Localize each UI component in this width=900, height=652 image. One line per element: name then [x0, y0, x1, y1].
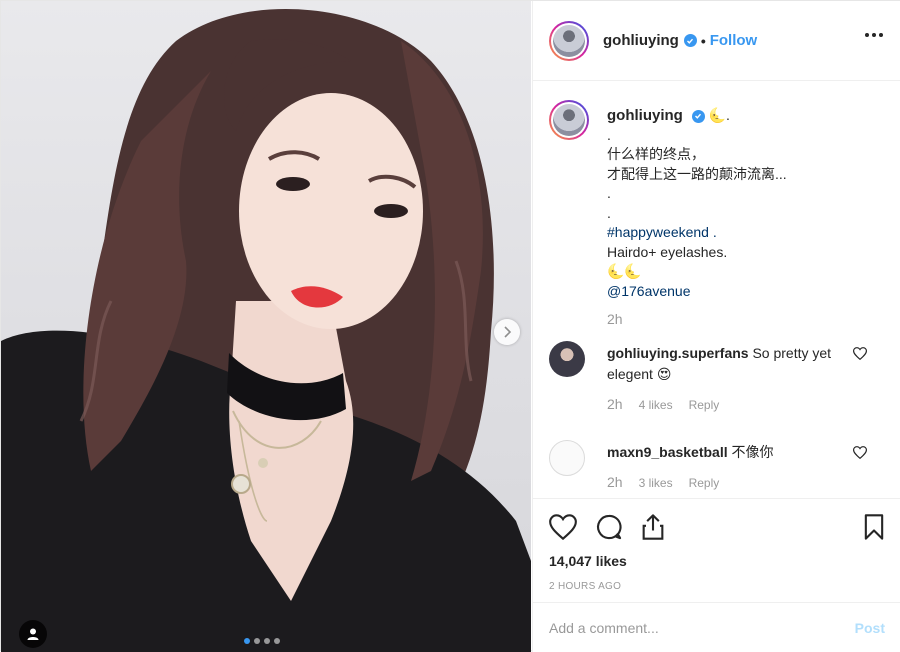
- add-comment-input[interactable]: [549, 619, 855, 636]
- carousel-next-button[interactable]: [494, 319, 520, 345]
- mention-link[interactable]: @176avenue: [607, 282, 787, 302]
- comment-item: gohliuying.superfans So pretty yet elege…: [549, 341, 885, 416]
- post-timestamp: 2 HOURS AGO: [549, 581, 622, 592]
- comment-username[interactable]: maxn9_basketball: [607, 444, 728, 460]
- comment-bubble-icon[interactable]: [595, 513, 623, 541]
- avatar[interactable]: [549, 100, 589, 140]
- caption-line: .: [607, 126, 611, 143]
- post-media[interactable]: [1, 1, 531, 652]
- caption-line: 才配得上这一路的颠沛流离...: [607, 165, 787, 182]
- caption-line: .: [607, 204, 611, 221]
- caption-line: 什么样的终点，: [607, 146, 705, 162]
- comment-text: 不像你: [731, 444, 774, 460]
- carousel-dot: [254, 638, 260, 644]
- post-actions: 14,047 likes 2 HOURS AGO: [533, 498, 900, 602]
- share-icon[interactable]: [641, 513, 665, 541]
- likes-count[interactable]: 14,047 likes: [549, 553, 885, 569]
- like-comment-heart-icon[interactable]: [853, 446, 867, 459]
- post-photo: [1, 8, 531, 652]
- comment-time[interactable]: 2h: [607, 394, 623, 415]
- avatar[interactable]: [549, 440, 585, 476]
- caption-username[interactable]: gohliuying: [607, 107, 683, 124]
- more-options-icon[interactable]: [865, 33, 883, 37]
- caption-text: gohliuying 🌜. . 什么样的终点， 才配得上这一路的颠沛流离... …: [607, 100, 787, 301]
- comments-list[interactable]: gohliuying 🌜. . 什么样的终点， 才配得上这一路的颠沛流离... …: [533, 82, 900, 498]
- caption-line: 🌜.: [708, 107, 730, 123]
- follow-button[interactable]: Follow: [710, 32, 758, 49]
- caption-line: Hairdo+ eyelashes.: [607, 243, 728, 260]
- reply-button[interactable]: Reply: [689, 473, 720, 494]
- caption-line: 🌜🌜: [607, 263, 642, 279]
- comment-username[interactable]: gohliuying.superfans: [607, 345, 749, 361]
- chevron-right-icon: [504, 326, 512, 338]
- comment-item: maxn9_basketball 不像你 2h 3 likes Reply: [549, 440, 885, 494]
- post-header: gohliuying • Follow: [533, 1, 900, 81]
- avatar[interactable]: [549, 341, 585, 377]
- header-username[interactable]: gohliuying: [603, 32, 679, 49]
- carousel-dot: [274, 638, 280, 644]
- caption-time[interactable]: 2h: [607, 311, 885, 327]
- like-heart-icon[interactable]: [549, 514, 577, 540]
- reply-button[interactable]: Reply: [689, 395, 720, 416]
- comment-likes[interactable]: 4 likes: [639, 395, 673, 416]
- post-container: gohliuying • Follow gohliuying 🌜. . 什么样的…: [0, 0, 900, 652]
- comment-likes[interactable]: 3 likes: [639, 473, 673, 494]
- caption: gohliuying 🌜. . 什么样的终点， 才配得上这一路的颠沛流离... …: [549, 100, 885, 301]
- verified-badge-icon: [691, 109, 705, 123]
- caption-line: .: [607, 185, 611, 201]
- avatar[interactable]: [549, 20, 589, 61]
- add-comment-bar: Post: [533, 602, 900, 652]
- like-comment-heart-icon[interactable]: [853, 347, 867, 360]
- tagged-users-button[interactable]: [19, 620, 47, 648]
- user-icon: [27, 628, 39, 640]
- save-bookmark-icon[interactable]: [863, 513, 885, 541]
- verified-badge-icon: [683, 34, 697, 47]
- post-sidebar: gohliuying • Follow gohliuying 🌜. . 什么样的…: [532, 1, 900, 652]
- hashtag-link[interactable]: #happyweekend .: [607, 223, 787, 243]
- carousel-dot: [244, 638, 250, 644]
- carousel-indicator: [244, 638, 280, 644]
- header-separator: •: [700, 32, 706, 49]
- carousel-dot: [264, 638, 270, 644]
- post-comment-button[interactable]: Post: [855, 620, 885, 636]
- comment-time[interactable]: 2h: [607, 472, 623, 493]
